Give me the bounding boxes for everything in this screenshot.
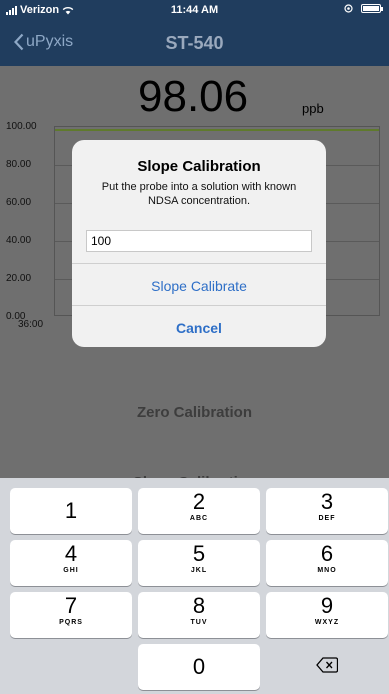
reading-value: 98.06: [138, 72, 249, 121]
key-digit: 5: [192, 541, 206, 566]
divider: [72, 263, 326, 264]
page-title: ST-540: [165, 33, 224, 53]
reading-unit: ppb: [302, 101, 324, 116]
nav-bar: uPyxis ST-540: [0, 22, 389, 66]
status-bar: Verizon 11:44 AM: [0, 0, 389, 22]
key-digit: 1: [64, 498, 78, 523]
key-digit: 2: [192, 489, 206, 514]
key-6[interactable]: 6 MNO: [266, 540, 388, 586]
numeric-keypad: 1 2 ABC 3 DEF 4 GHI 5 JKL 6 MNO 7 PQRS 8…: [0, 478, 389, 694]
y-tick-label: 40.00: [6, 235, 32, 246]
key-8[interactable]: 8 TUV: [138, 592, 260, 638]
key-digit: 6: [320, 541, 334, 566]
key-letters: DEF: [318, 515, 336, 522]
dialog-title: Slope Calibration: [137, 158, 261, 175]
orientation-lock-icon: [344, 4, 353, 13]
slope-calibrate-button[interactable]: Slope Calibrate: [72, 278, 326, 294]
key-letters: MNO: [317, 567, 337, 574]
backspace-key[interactable]: [266, 642, 388, 688]
dialog-message: Put the probe into a solution with known…: [101, 181, 297, 207]
key-letters: JKL: [190, 567, 208, 574]
divider: [72, 305, 326, 306]
key-digit: 8: [192, 593, 206, 618]
cancel-button[interactable]: Cancel: [72, 320, 326, 336]
key-0[interactable]: 0: [138, 644, 260, 690]
series-line: [55, 129, 379, 131]
y-tick-label: 20.00: [6, 273, 32, 284]
key-5[interactable]: 5 JKL: [138, 540, 260, 586]
y-tick-label: 100.00: [6, 121, 37, 132]
key-letters: TUV: [190, 619, 208, 626]
zero-calibration-button[interactable]: Zero Calibration: [0, 404, 389, 421]
key-3[interactable]: 3 DEF: [266, 488, 388, 534]
key-digit: 3: [320, 489, 334, 514]
key-9[interactable]: 9 WXYZ: [266, 592, 388, 638]
key-digit: 7: [64, 593, 78, 618]
key-letters: ABC: [189, 515, 209, 522]
key-4[interactable]: 4 GHI: [10, 540, 132, 586]
x-tick-label: 36:00: [18, 319, 44, 330]
y-tick-label: 60.00: [6, 197, 32, 208]
concentration-input[interactable]: [86, 230, 312, 252]
slope-calibration-dialog: Slope Calibration Put the probe into a s…: [72, 140, 326, 347]
key-letters: WXYZ: [314, 619, 340, 626]
backspace-icon: [316, 657, 338, 673]
y-tick-label: 80.00: [6, 159, 32, 170]
status-right: [344, 4, 383, 13]
battery-icon: [361, 4, 383, 13]
key-2[interactable]: 2 ABC: [138, 488, 260, 534]
key-digit: 4: [64, 541, 78, 566]
key-digit: 0: [192, 654, 206, 679]
key-7[interactable]: 7 PQRS: [10, 592, 132, 638]
status-time: 11:44 AM: [170, 4, 219, 16]
key-digit: 9: [320, 593, 334, 618]
key-1[interactable]: 1: [10, 488, 132, 534]
key-letters: PQRS: [59, 619, 83, 626]
key-letters: GHI: [63, 567, 79, 574]
